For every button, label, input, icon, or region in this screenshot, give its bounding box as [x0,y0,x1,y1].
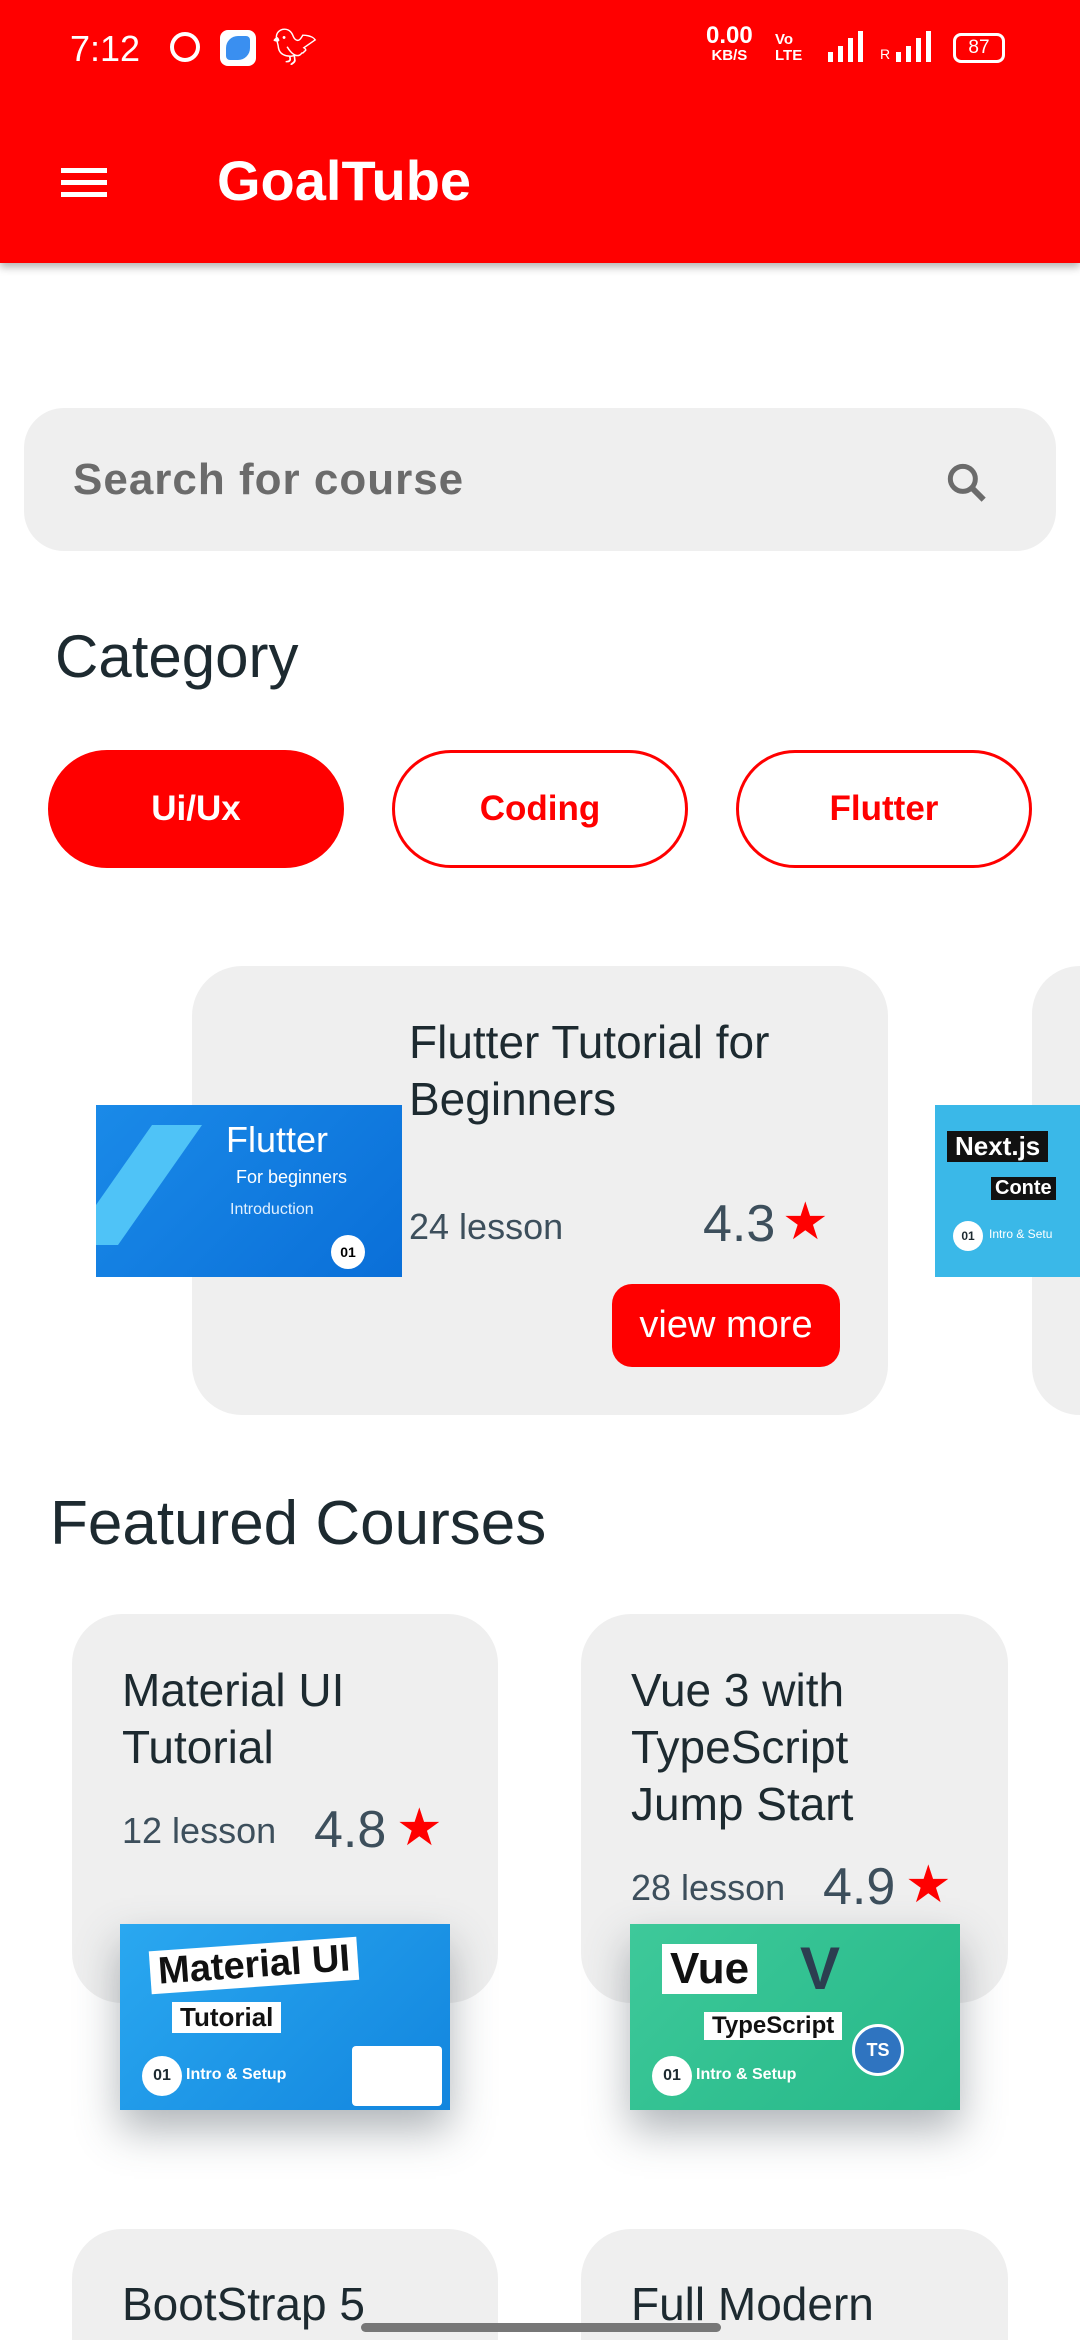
lesson-count: 12 lesson [122,1810,277,1851]
hamburger-menu-icon[interactable] [61,168,107,198]
thumb-number: 01 [953,1221,983,1251]
net-speed: 0.00 KB/S [706,22,753,66]
app-icon [220,30,256,66]
rating-value: 4.8 [314,1801,387,1859]
signal-icon [828,31,863,62]
vue-thumbnail: Vue V TypeScript TS 01 Intro & Setup [630,1924,960,2110]
status-time: 7:12 [70,28,141,69]
chip-coding[interactable]: Coding [392,750,688,868]
ts-badge: TS [852,2024,904,2076]
signal-icon-2 [896,31,931,62]
featured-heading: Featured Courses [50,1489,547,1558]
thumb-title: Flutter [226,1119,329,1160]
battery-icon: 87 [953,33,1005,63]
thumb-number: 01 [652,2056,692,2096]
search-placeholder: Search for course [73,455,465,504]
thumb-subtitle: Tutorial [172,2002,282,2033]
thumb-title: Material UI [148,1936,360,1995]
star-icon: ★ [396,1799,443,1857]
app-bar: 7:12 🐦︎ 0.00 KB/S Vo LTE R 87 GoalTube [0,0,1080,263]
net-speed-unit: KB/S [711,47,748,64]
twitter-icon: 🐦︎ [272,26,318,67]
thumb-caption: Introduction [230,1201,314,1218]
app-title: GoalTube [217,149,472,212]
flutter-thumbnail: Flutter For beginners Introduction 01 [96,1105,402,1277]
thumb-subtitle: TypeScript [704,2012,843,2040]
whatsapp-icon [170,32,200,62]
thumb-title: Next.js [947,1131,1049,1162]
thumb-caption: Intro & Setup [696,2066,797,2083]
nextjs-thumbnail: Next.js Conte Intro & Setu 01 [935,1105,1080,1277]
thumb-number: 01 [331,1235,365,1269]
chip-flutter[interactable]: Flutter [736,750,1032,868]
course-title: Material UI Tutorial [122,1664,345,1773]
thumb-caption: Intro & Setup [186,2066,287,2083]
course-title: BootStrap 5 [122,2278,365,2330]
course-title: Vue 3 with TypeScript Jump Start [631,1664,854,1830]
material-ui-thumbnail: Material UI Tutorial 01 Intro & Setup [120,1924,450,2110]
volte-indicator: Vo LTE [775,31,803,64]
thumb-subtitle: Conte [991,1177,1056,1200]
search-icon[interactable] [942,458,992,508]
rating-value: 4.9 [823,1858,896,1916]
roaming-indicator: R [880,46,891,62]
thumb-title: Vue [662,1944,758,1994]
star-icon: ★ [782,1193,829,1251]
search-input[interactable]: Search for course [24,408,1056,551]
thumb-number: 01 [142,2056,182,2096]
thumb-subtitle: For beginners [236,1167,348,1187]
lesson-count: 24 lesson [409,1206,564,1247]
rating-value: 4.3 [703,1195,776,1253]
thumb-caption: Intro & Setu [989,1227,1053,1241]
star-icon: ★ [905,1856,952,1914]
lesson-count: 28 lesson [631,1867,786,1908]
view-more-button[interactable]: view more [612,1284,840,1367]
home-indicator[interactable] [361,2323,721,2332]
course-title: Flutter Tutorial for Beginners [409,1016,770,1125]
net-speed-value: 0.00 [706,22,753,49]
chip-ui-ux[interactable]: Ui/Ux [48,750,344,868]
category-heading: Category [55,623,299,690]
